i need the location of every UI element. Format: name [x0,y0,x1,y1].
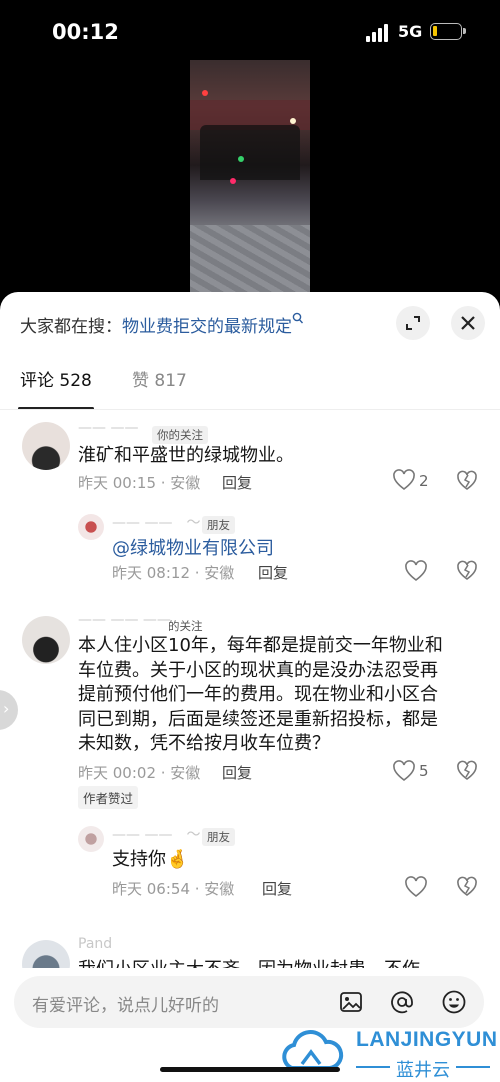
search-query-link[interactable]: 物业费拒交的最新规定 [122,317,292,337]
watermark-rule [356,1066,390,1068]
comment-input[interactable]: 有爱评论，说点儿好听的 [14,976,484,1028]
related-search[interactable]: 大家都在搜：物业费拒交的最新规定 [20,312,304,337]
reply-button[interactable]: 回复 [258,562,288,583]
network-label: 5G [398,22,423,41]
tab-likes[interactable]: 赞 817 [132,366,187,391]
username[interactable]: Pand [78,936,112,952]
comment-meta: 昨天 06:54 · 安徽 [112,880,235,898]
search-prefix: 大家都在搜： [20,317,122,337]
expand-button[interactable] [396,306,430,340]
close-button[interactable] [451,306,485,340]
username[interactable]: —— —— ～ [112,824,200,844]
comment-text-content: 支持你 [112,849,166,870]
comment-list[interactable]: —— —— 你的关注 淮矿和平盛世的绿城物业。 昨天 00:15 · 安徽 回复… [0,410,500,968]
battery-icon [430,23,466,40]
comment-text: 淮矿和平盛世的绿城物业。 [78,445,294,466]
at-mention-icon[interactable] [389,989,415,1015]
emoji-icon[interactable] [441,989,467,1015]
comment-line: 提前预付他们一年的费用。现在物业和小区合 [78,684,438,705]
comment-line: 同已到期，后面是续签还是重新招投标，都是 [78,708,438,730]
home-indicator[interactable] [160,1067,340,1072]
status-time: 00:12 [52,20,119,44]
friend-tag: 朋友 [202,828,235,846]
username[interactable]: —— —— ～ [112,512,200,532]
like-icon[interactable] [404,876,428,898]
signal-icon [366,24,390,42]
follow-tag: 你的关注 [152,426,208,444]
username[interactable]: —— —— [78,420,138,436]
expand-icon [406,316,420,330]
comment-input-placeholder: 有爱评论，说点儿好听的 [32,996,219,1016]
username[interactable]: —— —— —— [78,612,171,628]
comment-line: 本人住小区10年，每年都是提前交一年物业和 [78,635,443,656]
status-bar: 00:12 5G [0,0,500,64]
friend-tag: 朋友 [202,516,235,534]
comment-line: 车位费。关于小区的现状真的是没办法忍受再 [78,659,438,681]
avatar[interactable] [78,826,104,852]
like-icon[interactable] [404,560,428,582]
follow-tag: 的关注 [168,619,203,633]
like-count: 2 [419,472,429,490]
watermark-logo: LANJINGYUN 蓝井云 [278,1024,500,1082]
comment-meta: 昨天 00:02 · 安徽 [78,764,201,782]
dislike-icon[interactable] [456,560,478,582]
like-count: 5 [419,762,429,780]
comment-line: 未知数，凭不给按月收车位费？ [78,733,330,754]
avatar[interactable] [22,616,70,664]
search-icon [292,312,304,324]
chevron-right-icon: › [3,699,10,718]
dislike-icon[interactable] [456,760,478,782]
watermark-rule [456,1066,490,1068]
like-icon[interactable] [392,469,416,491]
tab-comments[interactable]: 评论 528 [20,366,92,391]
reply-button[interactable]: 回复 [222,472,252,493]
video-player[interactable] [190,60,310,294]
comment-meta: 昨天 00:15 · 安徽 [78,474,201,492]
mention-link[interactable]: @绿城物业有限公司 [112,534,274,560]
hand-emoji: 🤞 [166,849,189,870]
watermark-cn: 蓝井云 [396,1060,450,1081]
avatar[interactable] [22,940,70,968]
comment-text: 支持你🤞 [112,848,188,873]
avatar[interactable] [22,422,70,470]
cloud-logo-icon [282,1030,344,1070]
image-icon[interactable] [338,989,364,1015]
reply-button[interactable]: 回复 [262,878,292,899]
like-icon[interactable] [392,760,416,782]
reply-button[interactable]: 回复 [222,762,252,783]
dislike-icon[interactable] [456,876,478,898]
comment-sheet: 大家都在搜：物业费拒交的最新规定 评论 528 赞 817 —— —— 你的关注… [0,292,500,1082]
author-liked-badge: 作者赞过 [78,786,139,809]
watermark-en: LANJINGYUN [356,1028,498,1051]
avatar[interactable] [78,514,104,540]
dislike-icon[interactable] [456,470,478,492]
close-icon [461,316,475,330]
comment-text: 我们小区业主大不齐，因为物业封患，不作 [78,958,420,968]
comment-meta: 昨天 08:12 · 安徽 [112,564,235,582]
